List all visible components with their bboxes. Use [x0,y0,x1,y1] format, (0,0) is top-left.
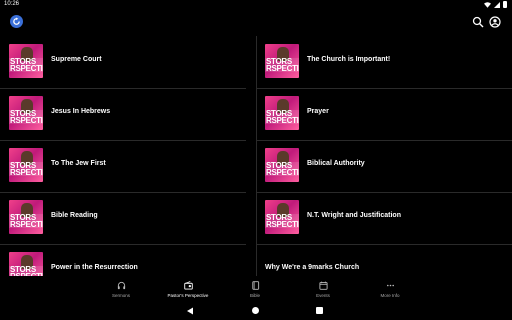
nav-item-events[interactable]: Events [290,278,356,302]
thumbnail-caption: STORS RSPECTI [10,57,43,73]
sermon-item[interactable]: STORS RSPECTI Biblical Authority [265,140,511,192]
thumbnail-caption: STORS RSPECTI [10,213,43,229]
nav-label: Pastor's Perspective [167,293,209,298]
nav-item-sermons[interactable]: Sermons [88,278,154,302]
sermon-title: N.T. Wright and Justification [307,212,401,219]
sermon-thumbnail: STORS RSPECTI [265,44,299,78]
thumbnail-caption: STORS RSPECTI [266,57,299,73]
book-icon [251,281,259,290]
sermon-item[interactable]: STORS RSPECTI Prayer [265,88,511,140]
sermon-grid: STORS RSPECTI Supreme Court STORS RSPECT… [0,36,512,276]
sermon-title: Bible Reading [51,212,98,219]
radio-icon [183,281,193,290]
nav-label: Sermons [111,293,130,298]
home-icon[interactable] [252,307,259,314]
search-icon[interactable] [472,16,484,28]
thumbnail-caption: STORS RSPECTI [266,161,299,177]
sermon-thumbnail: STORS RSPECTI [9,96,43,130]
sermon-thumbnail: STORS RSPECTI [265,200,299,234]
thumbnail-caption: STORS RSPECTI [10,265,43,277]
nav-item-bible[interactable]: Bible [222,278,288,302]
sermon-thumbnail: STORS RSPECTI [265,148,299,182]
sermon-thumbnail: STORS RSPECTI [265,96,299,130]
headphones-icon [117,281,125,290]
nav-item-pastors-perspective[interactable]: Pastor's Perspective [155,278,221,302]
status-icons [484,1,507,8]
bottom-navigation: Sermons Pastor's Perspective Bible Event… [0,278,512,302]
status-time: 10:26 [4,1,20,7]
thumbnail-caption: STORS RSPECTI [266,109,299,125]
thumbnail-caption: STORS RSPECTI [10,161,43,177]
refresh-logo-icon [13,17,20,25]
sermon-title: Jesus In Hebrews [51,108,111,115]
status-bar: 10:26 [0,0,512,10]
battery-icon [503,1,507,8]
more-horizontal-icon [386,284,394,287]
sermon-item[interactable]: STORS RSPECTI N.T. Wright and Justificat… [265,192,511,244]
sermon-item[interactable]: STORS RSPECTI To The Jew First [9,140,255,192]
nav-item-more-info[interactable]: More Info [357,278,423,302]
nav-label: Events [316,293,330,298]
calendar-icon [318,281,328,290]
column-divider [256,36,257,276]
sermon-thumbnail: STORS RSPECTI [9,148,43,182]
recents-icon[interactable] [316,307,323,314]
sermon-title: To The Jew First [51,160,106,167]
sermon-item[interactable]: STORS RSPECTI The Church is Important! [265,36,511,88]
sermon-title: Biblical Authority [307,160,365,167]
thumbnail-caption: STORS RSPECTI [266,213,299,229]
sermon-item[interactable]: STORS RSPECTI Jesus In Hebrews [9,88,255,140]
sermon-title: The Church is Important! [307,56,391,63]
sermon-title: Why We're a 9marks Church [265,264,360,271]
sermon-item[interactable]: STORS RSPECTI Power in the Resurrection [9,244,255,276]
system-navigation-bar [0,302,512,320]
app-logo-icon[interactable] [10,15,23,28]
sermon-title: Power in the Resurrection [51,264,138,271]
sermon-title: Supreme Court [51,56,102,63]
nav-label: Bible [249,293,260,298]
app-bar [0,10,512,36]
thumbnail-caption: STORS RSPECTI [10,109,43,125]
sermon-thumbnail: STORS RSPECTI [9,252,43,276]
sermon-item[interactable]: STORS RSPECTI Bible Reading [9,192,255,244]
sermon-item[interactable]: Why We're a 9marks Church [265,244,511,276]
sermon-item[interactable]: STORS RSPECTI Supreme Court [9,36,255,88]
nav-label: More Info [380,293,400,298]
sermon-thumbnail: STORS RSPECTI [9,44,43,78]
sermon-title: Prayer [307,108,329,115]
account-circle-icon[interactable] [489,16,501,28]
signal-icon [494,1,500,8]
sermon-thumbnail: STORS RSPECTI [9,200,43,234]
wifi-icon [484,1,491,8]
back-icon[interactable] [186,307,194,315]
